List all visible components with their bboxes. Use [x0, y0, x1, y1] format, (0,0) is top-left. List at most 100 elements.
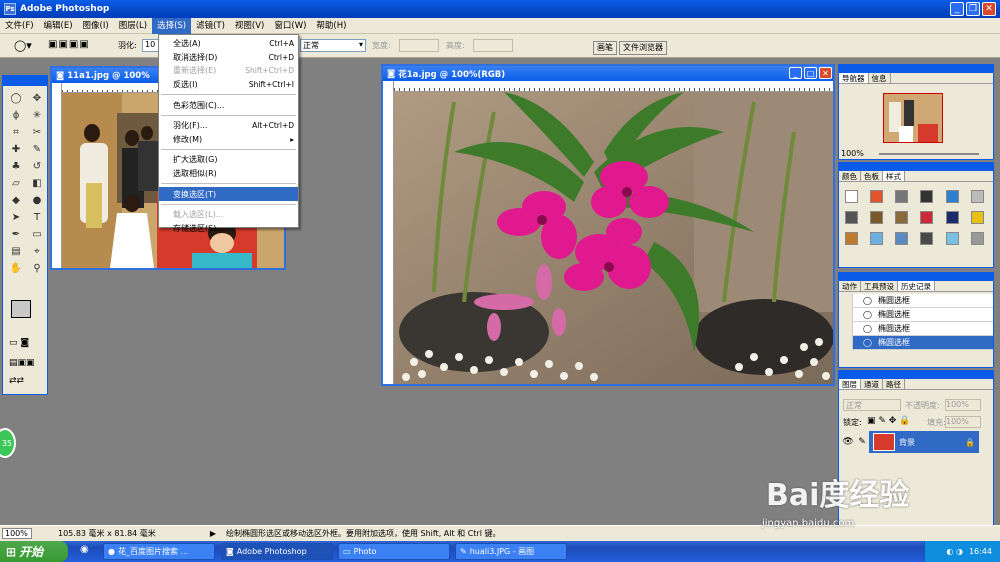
style-swatch[interactable] [920, 190, 934, 203]
task-firefox[interactable]: ● 花_百度图片搜索 ... [103, 543, 215, 560]
select-menu-item[interactable]: 存储选区(S)... [159, 222, 298, 236]
select-menu-item[interactable]: 修改(M) ▸ [159, 133, 298, 147]
style-swatch[interactable] [945, 211, 959, 224]
zoom-field[interactable]: 100% [2, 528, 32, 539]
minimize-icon[interactable]: _ [789, 67, 802, 79]
height-input[interactable] [473, 39, 513, 52]
history-brush-source-box[interactable] [839, 293, 853, 308]
style-swatch[interactable] [970, 211, 984, 224]
brushes-well-tab[interactable]: 画笔 [593, 41, 617, 55]
select-menu-item[interactable]: 变换选区(T) [159, 187, 298, 201]
healing-brush-icon[interactable]: ✚ [7, 141, 25, 157]
brush-tool-icon[interactable]: ✎ [28, 141, 46, 157]
history-state[interactable]: ◯ 椭圆选框 [839, 335, 993, 350]
menu-item-5[interactable]: 滤镜(T) [191, 18, 230, 34]
history-state[interactable]: ◯ 椭圆选框 [839, 307, 993, 322]
style-swatch[interactable] [895, 232, 909, 245]
selection-mode-icons[interactable]: ▣▣▣▣ [48, 39, 90, 50]
style-swatch[interactable] [920, 232, 934, 245]
history-state[interactable]: ◯ 椭圆选框 [839, 293, 993, 308]
task-photoshop[interactable]: ◙ Adobe Photoshop [221, 543, 333, 560]
select-menu-item[interactable]: 取消选择(D) Ctrl+D [159, 51, 298, 65]
screen-mode-icons[interactable]: ▤▣▣ [9, 358, 43, 370]
panel-tab[interactable]: 路径 [883, 379, 905, 389]
select-menu-item[interactable]: 反选(I) Shift+Ctrl+I [159, 78, 298, 92]
history-brush-source-box[interactable] [839, 321, 853, 336]
panel-tab[interactable]: 历史记录 [898, 281, 935, 291]
marquee-tool-icon[interactable]: ◯ [7, 90, 25, 106]
tray-icons[interactable]: ◐ ◑ [946, 547, 963, 556]
move-tool-icon[interactable]: ✥ [28, 90, 46, 106]
panel-tab[interactable]: 颜色 [839, 171, 861, 181]
blur-tool-icon[interactable]: ◆ [7, 192, 25, 208]
type-tool-icon[interactable]: T [28, 209, 46, 225]
task-paint[interactable]: ✎ huali3.JPG - 画图 [455, 543, 567, 560]
style-swatch[interactable] [895, 190, 909, 203]
task-photo-folder[interactable]: ▭ Photo [338, 543, 450, 560]
menu-item-3[interactable]: 图层(L) [114, 18, 152, 34]
style-swatch[interactable] [920, 211, 934, 224]
history-state[interactable]: ◯ 椭圆选框 [839, 321, 993, 336]
style-swatch[interactable] [870, 232, 884, 245]
eyedropper-icon[interactable]: ⌖ [28, 243, 46, 259]
lock-icons[interactable]: ▣ ✎ ✥ 🔒 [867, 416, 910, 426]
menu-item-4[interactable]: 选择(S) [152, 17, 192, 34]
history-brush-icon[interactable]: ↺ [28, 158, 46, 174]
crop-tool-icon[interactable]: ⌗ [7, 124, 25, 140]
foreground-color-swatch[interactable] [11, 300, 31, 318]
show-desktop-icon[interactable]: ◉ [80, 544, 89, 555]
panel-tab[interactable]: 动作 [839, 281, 861, 291]
style-swatch[interactable] [970, 190, 984, 203]
style-swatch[interactable] [845, 232, 858, 245]
panel-tab[interactable]: 导航器 [839, 73, 869, 83]
select-menu-item[interactable]: 色彩范围(C)... [159, 98, 298, 112]
dodge-tool-icon[interactable]: ● [28, 192, 46, 208]
close-icon[interactable]: ✕ [819, 67, 832, 79]
style-swatch[interactable] [870, 190, 884, 203]
history-brush-source-box[interactable] [839, 335, 853, 350]
navigator-zoom-slider[interactable] [879, 153, 979, 155]
style-swatch[interactable] [945, 190, 959, 203]
lasso-tool-icon[interactable]: ϕ [7, 107, 25, 123]
panel-tab[interactable]: 样式 [883, 171, 905, 181]
maximize-icon[interactable]: □ [804, 67, 817, 79]
select-menu-item[interactable]: 载入选区(L)... [159, 208, 298, 222]
document-window-flower[interactable]: ◙ 花1a.jpg @ 100%(RGB) _ □ ✕ [381, 64, 835, 386]
menu-item-1[interactable]: 编辑(E) [39, 18, 78, 34]
close-icon[interactable]: ✕ [982, 2, 996, 16]
start-button[interactable]: ⊞ 开始 [0, 541, 68, 562]
menu-item-2[interactable]: 图像(I) [78, 18, 114, 34]
quick-mask-icons[interactable]: ▭ ◙ [9, 338, 43, 350]
ellipse-marquee-icon[interactable]: ◯▾ [14, 39, 32, 52]
maximize-icon[interactable]: ❐ [966, 2, 980, 16]
style-select[interactable]: 正常 ▾ [300, 39, 366, 52]
shape-tool-icon[interactable]: ▭ [28, 226, 46, 242]
style-swatch[interactable] [845, 211, 858, 224]
hand-tool-icon[interactable]: ✋ [7, 260, 25, 276]
width-input[interactable] [399, 39, 439, 52]
panel-tab[interactable]: 信息 [869, 73, 891, 83]
pen-tool-icon[interactable]: ✒ [7, 226, 25, 242]
panel-tab[interactable]: 通道 [861, 379, 883, 389]
magic-wand-icon[interactable]: ✳ [28, 107, 46, 123]
menu-item-6[interactable]: 视图(V) [230, 18, 269, 34]
history-brush-source-box[interactable] [839, 307, 853, 322]
style-swatch[interactable] [895, 211, 909, 224]
jump-to-imageready-icon[interactable]: ⇄⇄ [9, 376, 43, 388]
blend-mode-select[interactable]: 正常 [843, 399, 901, 411]
select-menu-item[interactable]: 重新选择(E) Shift+Ctrl+D [159, 64, 298, 78]
fill-input[interactable]: 100% [945, 416, 981, 428]
eye-icon[interactable]: 👁 [841, 431, 855, 453]
layer-row-background[interactable]: 👁 ✎ 背景 🔒 [841, 431, 979, 453]
opacity-input[interactable]: 100% [945, 399, 981, 411]
minimize-icon[interactable]: _ [950, 2, 964, 16]
zoom-tool-icon[interactable]: ⚲ [28, 260, 46, 276]
panel-tab[interactable]: 图层 [839, 379, 861, 389]
eraser-tool-icon[interactable]: ▱ [7, 175, 25, 191]
brush-icon[interactable]: ✎ [855, 431, 869, 453]
panel-tab[interactable]: 色板 [861, 171, 883, 181]
clone-stamp-icon[interactable]: ♣ [7, 158, 25, 174]
style-swatch[interactable] [945, 232, 959, 245]
gradient-tool-icon[interactable]: ◧ [28, 175, 46, 191]
select-menu-item[interactable]: 选取相似(R) [159, 167, 298, 181]
